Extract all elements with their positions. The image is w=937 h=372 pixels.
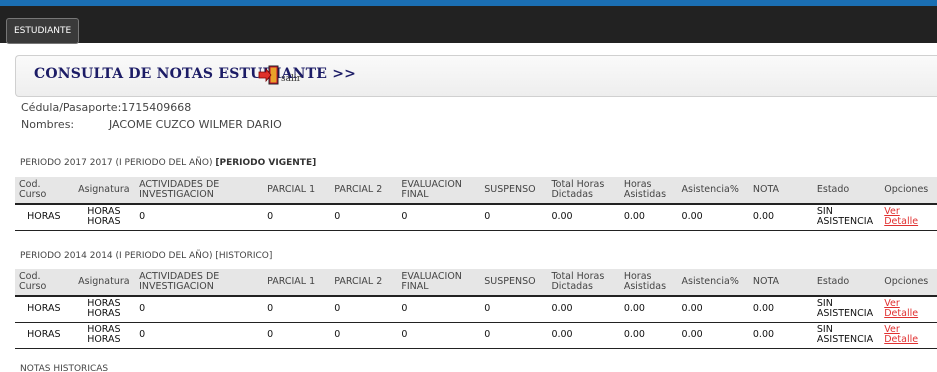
period-label: PERIODO 2014 2014 (I PERIODO DEL AÑO) [20,251,213,261]
table-cell: 0 [263,204,331,231]
table-cell: 0.00 [748,322,813,349]
column-header: PARCIAL 1 [263,177,331,205]
table-cell: 0.00 [748,204,813,231]
column-header: Estado [812,177,881,205]
column-header: PARCIAL 1 [263,269,331,297]
cedula-row: Cédula/Pasaporte:1715409668 [21,101,191,114]
column-header: Total Horas Dictadas [547,177,620,205]
table-cell: 0.00 [547,296,620,323]
table-cell: HORAS [15,296,73,323]
table-cell: 0.00 [619,296,678,323]
table-cell: 0 [135,204,264,231]
column-header: Opciones [880,269,937,297]
table-row: HORAS HORAS HORAS 0 0 0 0 0 0.00 0.00 0.00 0.00 SIN… [15,322,937,349]
exit-link[interactable]: salir [258,65,301,85]
column-header: ACTIVIDADES DE INVESTIGACION [135,177,264,205]
notas-historicas-heading: NOTAS HISTORICAS [20,364,109,372]
table-cell: 0 [397,322,481,349]
column-header: Opciones [880,177,937,205]
table-cell: 0 [397,204,481,231]
table-cell: 0.00 [619,322,678,349]
cedula-label: Cédula/Pasaporte: [21,101,122,114]
column-header: EVALUACION FINAL [397,269,481,297]
column-header: Horas Asistidas [619,177,678,205]
table-cell: 0.00 [677,322,749,349]
table-cell: 0 [263,322,331,349]
page-title: CONSULTA DE NOTAS ESTUDIANTE >> [34,66,357,82]
column-header: Estado [812,269,881,297]
table-cell: 0.00 [547,204,620,231]
table-cell: SIN ASISTENCIA [812,204,881,231]
grades-table: Cod. Curso Asignatura ACTIVIDADES DE INVES… [15,177,937,231]
table-cell: 0 [480,322,548,349]
period-status: [PERIODO VIGENTE] [215,158,317,168]
table-cell: 0 [330,296,398,323]
exit-label[interactable]: salir [281,74,301,84]
table-cell: 0 [480,296,548,323]
table-cell: 0 [330,322,398,349]
column-header: Asistencia% [677,177,749,205]
table-cell: SIN ASISTENCIA [812,322,881,349]
top-navbar: ESTUDIANTE [0,6,937,44]
table-header-row: Cod. Curso Asignatura ACTIVIDADES DE INVES… [15,177,937,205]
period-heading: PERIODO 2017 2017 (I PERIODO DEL AÑO) [P… [20,158,316,168]
ver-detalle-link[interactable]: Ver Detalle [884,324,918,345]
column-header: ACTIVIDADES DE INVESTIGACION [135,269,264,297]
table-header-row: Cod. Curso Asignatura ACTIVIDADES DE INVES… [15,269,937,297]
table-cell: 0.00 [619,204,678,231]
table-cell: 0 [135,322,264,349]
exit-door-icon [258,65,279,85]
estudiante-button[interactable]: ESTUDIANTE [6,18,80,44]
table-cell: 0.00 [748,296,813,323]
column-header: PARCIAL 2 [330,177,398,205]
table-cell: 0 [263,296,331,323]
column-header: Total Horas Dictadas [547,269,620,297]
table-cell: 0 [480,204,548,231]
nombres-value: JACOME CUZCO WILMER DARIO [109,118,282,131]
table-cell: Ver Detalle [880,322,937,349]
table-cell: 0.00 [677,296,749,323]
nombres-label: Nombres: [21,118,75,131]
table-cell: SIN ASISTENCIA [812,296,881,323]
ver-detalle-link[interactable]: Ver Detalle [884,206,918,227]
period-status: [HISTORICO] [215,251,273,261]
column-header: NOTA [748,269,813,297]
table-cell: HORAS [15,204,73,231]
nombres-row: Nombres: JACOME CUZCO WILMER DARIO [21,118,421,131]
column-header: Horas Asistidas [619,269,678,297]
column-header: SUSPENSO [480,269,548,297]
column-header: NOTA [748,177,813,205]
table-row: HORAS HORAS HORAS 0 0 0 0 0 0.00 0.00 0.00 0.00 SIN… [15,296,937,323]
page-title-panel: CONSULTA DE NOTAS ESTUDIANTE >> salir [15,55,937,97]
period-heading: PERIODO 2014 2014 (I PERIODO DEL AÑO) [H… [20,251,272,261]
table-cell: 0 [330,204,398,231]
table-cell: HORAS [15,322,73,349]
column-header: Asignatura [72,269,136,297]
ver-detalle-link[interactable]: Ver Detalle [884,298,918,319]
table-cell: 0 [397,296,481,323]
column-header: PARCIAL 2 [330,269,398,297]
column-header: Asistencia% [677,269,749,297]
column-header: EVALUACION FINAL [397,177,481,205]
cedula-value: 1715409668 [121,101,192,114]
table-cell: 0 [135,296,264,323]
table-cell: Ver Detalle [880,204,937,231]
table-cell: Ver Detalle [880,296,937,323]
table-cell: 0.00 [677,204,749,231]
table-cell: HORAS HORAS [72,296,136,323]
column-header: Asignatura [72,177,136,205]
table-row: HORAS HORAS HORAS 0 0 0 0 0 0.00 0.00 0.00 0.00 SIN… [15,204,937,231]
column-header: Cod. Curso [15,269,73,297]
table-cell: 0.00 [547,322,620,349]
column-header: Cod. Curso [15,177,73,205]
table-cell: HORAS HORAS [72,322,136,349]
grades-table: Cod. Curso Asignatura ACTIVIDADES DE INVES… [15,269,937,349]
period-label: PERIODO 2017 2017 (I PERIODO DEL AÑO) [20,158,213,168]
column-header: SUSPENSO [480,177,548,205]
table-cell: HORAS HORAS [72,204,136,231]
